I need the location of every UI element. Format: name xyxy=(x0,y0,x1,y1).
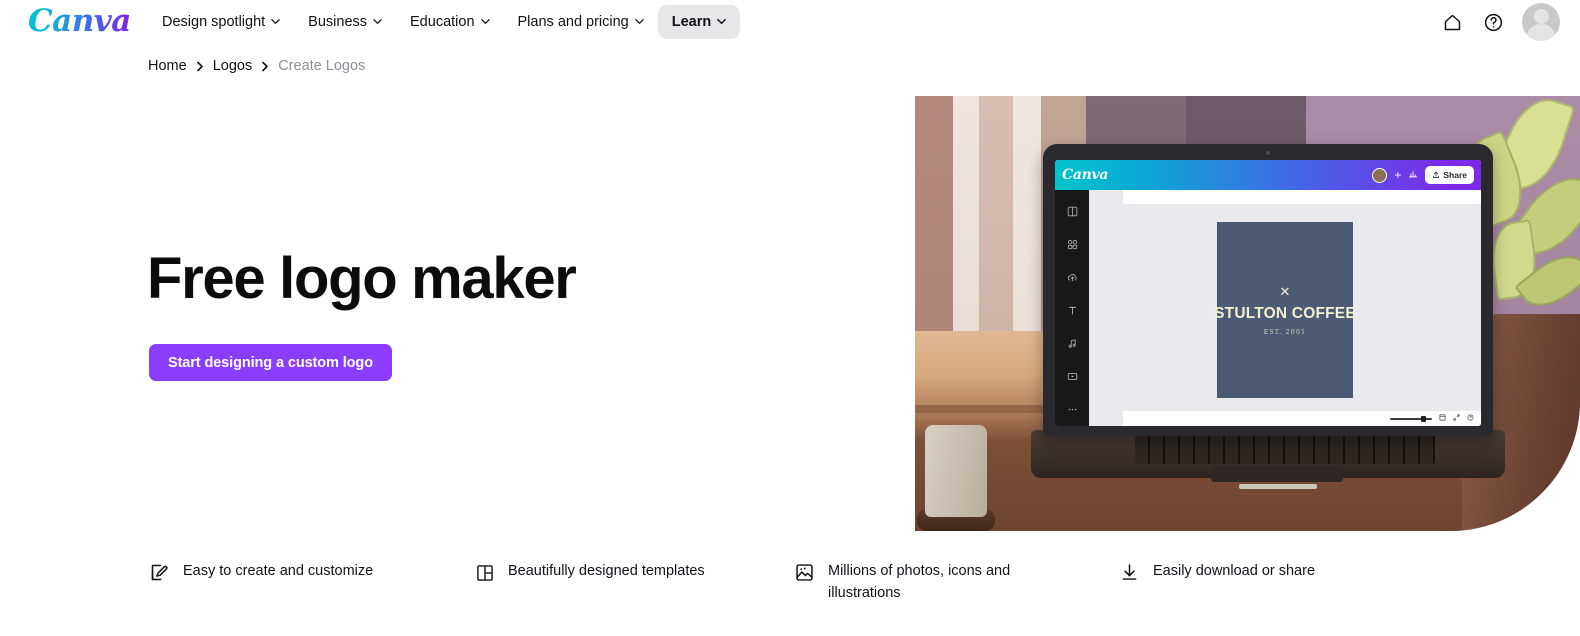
logo-brand-name: STULTON COFFEE xyxy=(1214,304,1356,322)
breadcrumb-item-logos[interactable]: Logos xyxy=(213,58,253,74)
logo-design-canvas: ✕ STULTON COFFEE EST. 2001 xyxy=(1214,222,1356,398)
feature-label: Millions of photos, icons and illustrati… xyxy=(828,563,1011,601)
editor-toolbar xyxy=(1123,190,1481,204)
nav-item-education[interactable]: Education xyxy=(396,5,504,39)
feature-item-designed-templates: Beautifully designed templates xyxy=(473,560,793,604)
nav-label: Business xyxy=(308,14,368,30)
editor-share-button: Share xyxy=(1425,166,1474,184)
laptop-camera xyxy=(1266,151,1270,155)
nav-item-design-spotlight[interactable]: Design spotlight xyxy=(148,5,294,39)
nav-label: Plans and pricing xyxy=(517,14,629,30)
start-designing-button[interactable]: Start designing a custom logo xyxy=(149,344,392,381)
hero-image: Canva + Share ✕ STULTON COFFEE EST. 2001 xyxy=(915,96,1580,531)
zoom-slider xyxy=(1390,415,1432,422)
laptop-mockup: Canva + Share ✕ STULTON COFFEE EST. 2001 xyxy=(1031,144,1505,489)
more-icon xyxy=(1065,402,1079,416)
nav-label: Education xyxy=(410,14,475,30)
laptop-keyboard xyxy=(1135,434,1435,464)
feature-label: Easy to create and customize xyxy=(183,563,374,579)
chevron-right-icon xyxy=(261,61,269,72)
editor-insights-icon xyxy=(1408,169,1418,182)
feature-item-download-or-share: Easily download or share xyxy=(1118,560,1418,604)
canva-logo[interactable]: Canva xyxy=(28,4,131,38)
breadcrumb-item-create-logos: Create Logos xyxy=(278,58,366,74)
chevron-down-icon xyxy=(271,17,280,26)
home-icon[interactable] xyxy=(1440,10,1464,34)
nav-label: Design spotlight xyxy=(162,14,266,30)
editor-top-actions: + Share xyxy=(1372,166,1474,184)
zoom-slider-handle xyxy=(1421,415,1426,422)
editor-collaborator-avatar xyxy=(1372,167,1388,183)
feature-label: Easily download or share xyxy=(1153,563,1316,579)
laptop-front-notch xyxy=(1239,484,1317,489)
editor-top-bar: Canva + Share xyxy=(1055,160,1481,190)
videos-icon xyxy=(1065,369,1079,383)
download-icon xyxy=(1118,561,1141,584)
templates-icon xyxy=(1065,204,1079,218)
nav-right-actions xyxy=(1440,0,1560,44)
chevron-down-icon xyxy=(480,17,490,26)
laptop-lid: Canva + Share ✕ STULTON COFFEE EST. 2001 xyxy=(1043,144,1493,436)
avatar[interactable] xyxy=(1522,3,1560,41)
audio-icon xyxy=(1065,336,1079,350)
expand-icon xyxy=(1453,414,1460,423)
page-title: Free logo maker xyxy=(147,246,577,311)
nav-item-business[interactable]: Business xyxy=(294,5,396,39)
text-icon xyxy=(1065,303,1079,317)
coffee-cup xyxy=(925,425,987,517)
edit-pencil-icon xyxy=(148,561,171,584)
logo-established-text: EST. 2001 xyxy=(1263,328,1307,336)
logo-mark: ✕ xyxy=(1279,283,1291,299)
laptop-screen: Canva + Share ✕ STULTON COFFEE EST. 2001 xyxy=(1055,160,1481,426)
avatar-body xyxy=(1526,24,1556,41)
photo-image-icon xyxy=(793,561,816,584)
editor-sidebar xyxy=(1055,190,1089,426)
feature-item-millions-of-photos: Millions of photos, icons and illustrati… xyxy=(793,560,1118,604)
breadcrumb: Home Logos Create Logos xyxy=(148,58,365,74)
editor-body: ✕ STULTON COFFEE EST. 2001 xyxy=(1055,190,1481,426)
feature-item-easy-to-create: Easy to create and customize xyxy=(148,560,473,604)
feature-list: Easy to create and customize Beautifully… xyxy=(148,560,1448,604)
laptop-trackpad xyxy=(1211,466,1343,482)
nav-item-plans-and-pricing[interactable]: Plans and pricing xyxy=(504,5,658,39)
editor-share-label: Share xyxy=(1443,170,1467,180)
top-navigation-bar: Canva Design spotlight Business Educatio… xyxy=(0,0,1580,44)
chevron-down-icon xyxy=(635,17,644,26)
editor-add-collaborator-icon: + xyxy=(1394,168,1402,182)
chevron-down-icon xyxy=(373,17,382,26)
editor-bottom-bar xyxy=(1123,411,1481,426)
pages-icon xyxy=(1439,414,1446,423)
chevron-down-icon xyxy=(717,17,727,26)
nav-menu: Design spotlight Business Education Plan… xyxy=(148,0,741,44)
nav-item-learn[interactable]: Learn xyxy=(657,5,741,39)
chevron-right-icon xyxy=(196,61,204,72)
editor-canvas-area: ✕ STULTON COFFEE EST. 2001 xyxy=(1089,190,1481,426)
editor-canva-logo: Canva xyxy=(1062,167,1109,183)
templates-layout-icon xyxy=(473,561,496,584)
uploads-icon xyxy=(1065,270,1079,284)
feature-label: Beautifully designed templates xyxy=(508,563,705,579)
canva-logo-maker-page: Canva Design spotlight Business Educatio… xyxy=(0,0,1580,636)
help-circle-icon xyxy=(1467,414,1474,423)
avatar-head xyxy=(1533,9,1549,24)
breadcrumb-item-home[interactable]: Home xyxy=(148,58,187,74)
help-icon[interactable] xyxy=(1481,10,1505,34)
nav-label: Learn xyxy=(671,14,712,30)
elements-icon xyxy=(1065,237,1079,251)
